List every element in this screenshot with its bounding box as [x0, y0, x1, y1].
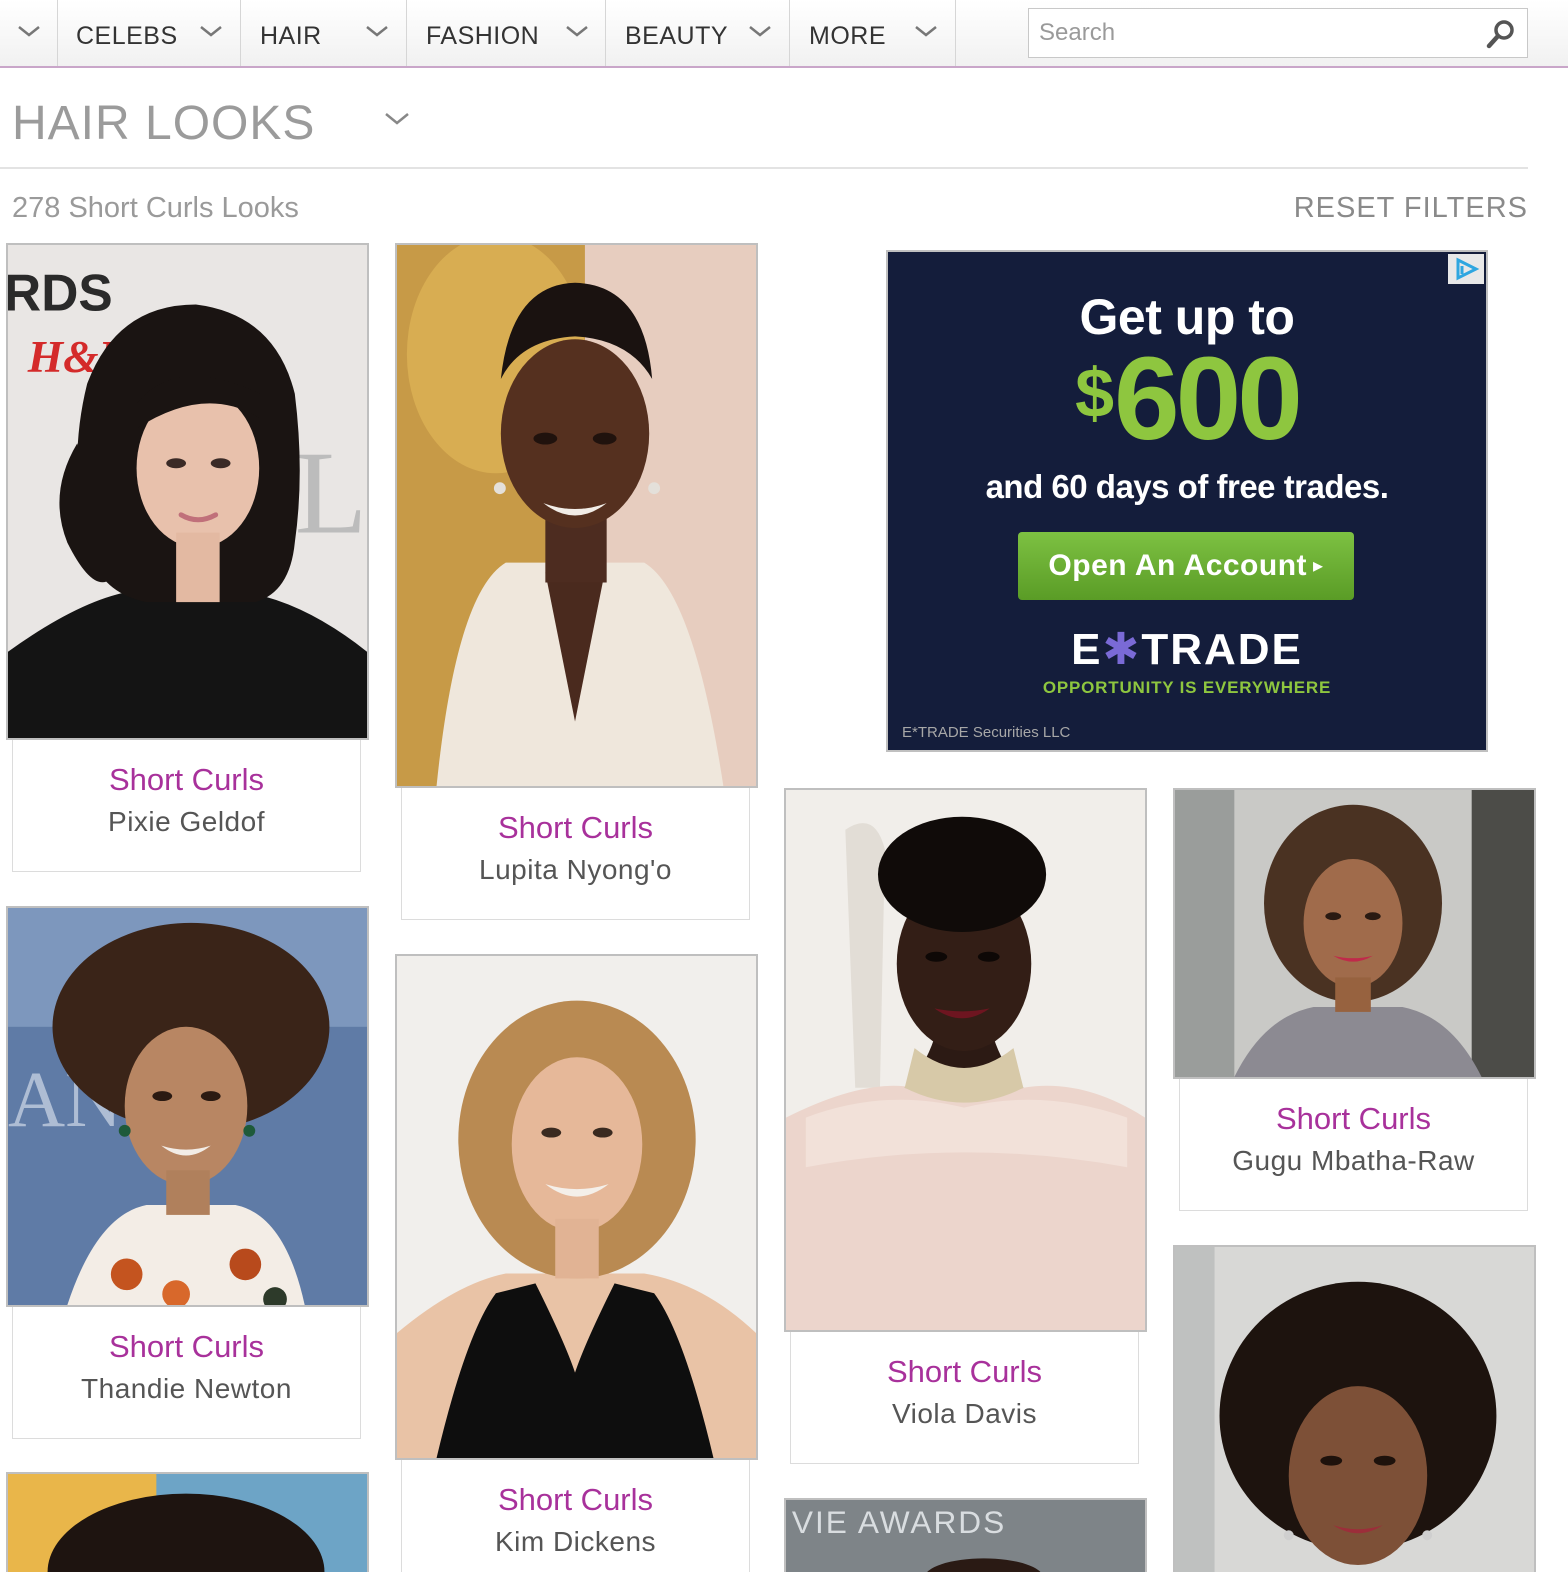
ad-offer-amount: $600: [888, 340, 1486, 458]
look-card-caption[interactable]: Short Curls Pixie Geldof: [12, 740, 361, 872]
logo-star-icon: ✱: [1102, 625, 1142, 674]
search-input[interactable]: [1029, 9, 1469, 57]
look-style-link[interactable]: Short Curls: [402, 1482, 749, 1518]
ad-tagline: OPPORTUNITY IS EVERYWHERE: [1042, 678, 1332, 697]
celebrity-name: Gugu Mbatha-Raw: [1232, 1145, 1475, 1176]
nav-item-label: MORE: [809, 22, 886, 50]
chevron-down-icon: [747, 22, 773, 40]
nav-item-hair[interactable]: HAIR: [241, 0, 407, 66]
look-card-caption[interactable]: Short Curls Viola Davis: [790, 1332, 1139, 1464]
ad-subline: and 60 days of free trades.: [985, 468, 1389, 505]
ad-amount: 600: [1114, 333, 1303, 465]
look-card-caption[interactable]: Short Curls Thandie Newton: [12, 1307, 361, 1439]
open-account-label: Open An Account: [1048, 549, 1308, 582]
look-photo[interactable]: [1173, 1245, 1536, 1572]
play-arrow-icon: ▸: [1313, 555, 1324, 577]
look-style-link[interactable]: Short Curls: [791, 1354, 1138, 1390]
nav-item-label: HAIR: [260, 22, 322, 50]
look-photo-gugu-mbatha-raw[interactable]: [1173, 788, 1536, 1079]
ad-choices-icon[interactable]: [1448, 254, 1484, 284]
backdrop-text: VIE AWARDS: [792, 1505, 1006, 1540]
nav-item-celebs[interactable]: CELEBS: [58, 0, 241, 66]
look-style-link[interactable]: Short Curls: [13, 762, 360, 798]
look-photo-viola-davis[interactable]: [784, 788, 1147, 1332]
look-card-caption[interactable]: Short Curls Gugu Mbatha-Raw: [1179, 1079, 1528, 1211]
ad-legal-text: E*TRADE Securities LLC: [902, 724, 1071, 741]
celebrity-name: Pixie Geldof: [108, 806, 265, 837]
look-photo-kim-dickens[interactable]: [395, 954, 758, 1460]
advertisement[interactable]: Get up to $600 and 60 days of free trade…: [886, 250, 1488, 752]
nav-item-more[interactable]: MORE: [790, 0, 956, 66]
chevron-down-icon[interactable]: [382, 108, 412, 130]
page-title: HAIR LOOKS: [12, 97, 316, 150]
nav-item-label: CELEBS: [76, 22, 178, 50]
divider: [0, 167, 1528, 169]
look-style-link[interactable]: Short Curls: [13, 1329, 360, 1365]
logo-text: E: [1071, 625, 1103, 674]
look-photo-thandie-newton[interactable]: AN: [6, 906, 369, 1307]
celebrity-name: Viola Davis: [891, 1398, 1038, 1429]
ad-currency: $: [1075, 354, 1115, 432]
look-card-caption[interactable]: Short Curls Lupita Nyong'o: [401, 788, 750, 920]
look-card-caption[interactable]: Short Curls Kim Dickens: [401, 1460, 750, 1572]
chevron-down-icon: [198, 22, 224, 40]
backdrop-text: RDS: [8, 263, 113, 321]
reset-filters-button[interactable]: RESET FILTERS: [1294, 192, 1528, 225]
search-box: [1028, 8, 1528, 58]
nav-item-label: FASHION: [426, 22, 540, 50]
look-photo-pixie-geldof[interactable]: RDS H&M L: [6, 243, 369, 740]
look-style-link[interactable]: Short Curls: [402, 810, 749, 846]
nav-item-label: BEAUTY: [625, 22, 729, 50]
nav-menu-toggle[interactable]: [0, 0, 58, 66]
logo-text: TRADE: [1141, 625, 1303, 674]
celebrity-name: Lupita Nyong'o: [479, 854, 672, 885]
svg-text:L: L: [295, 427, 367, 559]
top-nav: CELEBS HAIR FASHION BEAUTY MORE: [0, 0, 1568, 68]
chevron-down-icon: [564, 22, 590, 40]
result-count: 278 Short Curls Looks: [12, 192, 299, 224]
look-photo[interactable]: [6, 1472, 369, 1572]
etrade-logo: E✱TRADE: [888, 624, 1486, 675]
look-style-link[interactable]: Short Curls: [1180, 1101, 1527, 1137]
nav-item-fashion[interactable]: FASHION: [407, 0, 606, 66]
look-photo-lupita-nyongo[interactable]: [395, 243, 758, 788]
celebrity-name: Kim Dickens: [494, 1526, 657, 1557]
chevron-down-icon: [16, 22, 42, 40]
celebrity-name: Thandie Newton: [81, 1373, 292, 1404]
search-icon[interactable]: [1485, 18, 1517, 50]
open-account-button[interactable]: Open An Account ▸: [1018, 532, 1354, 600]
nav-item-beauty[interactable]: BEAUTY: [606, 0, 790, 66]
chevron-down-icon: [913, 22, 939, 40]
look-photo[interactable]: VIE AWARDS: [784, 1498, 1147, 1572]
chevron-down-icon: [364, 22, 390, 40]
